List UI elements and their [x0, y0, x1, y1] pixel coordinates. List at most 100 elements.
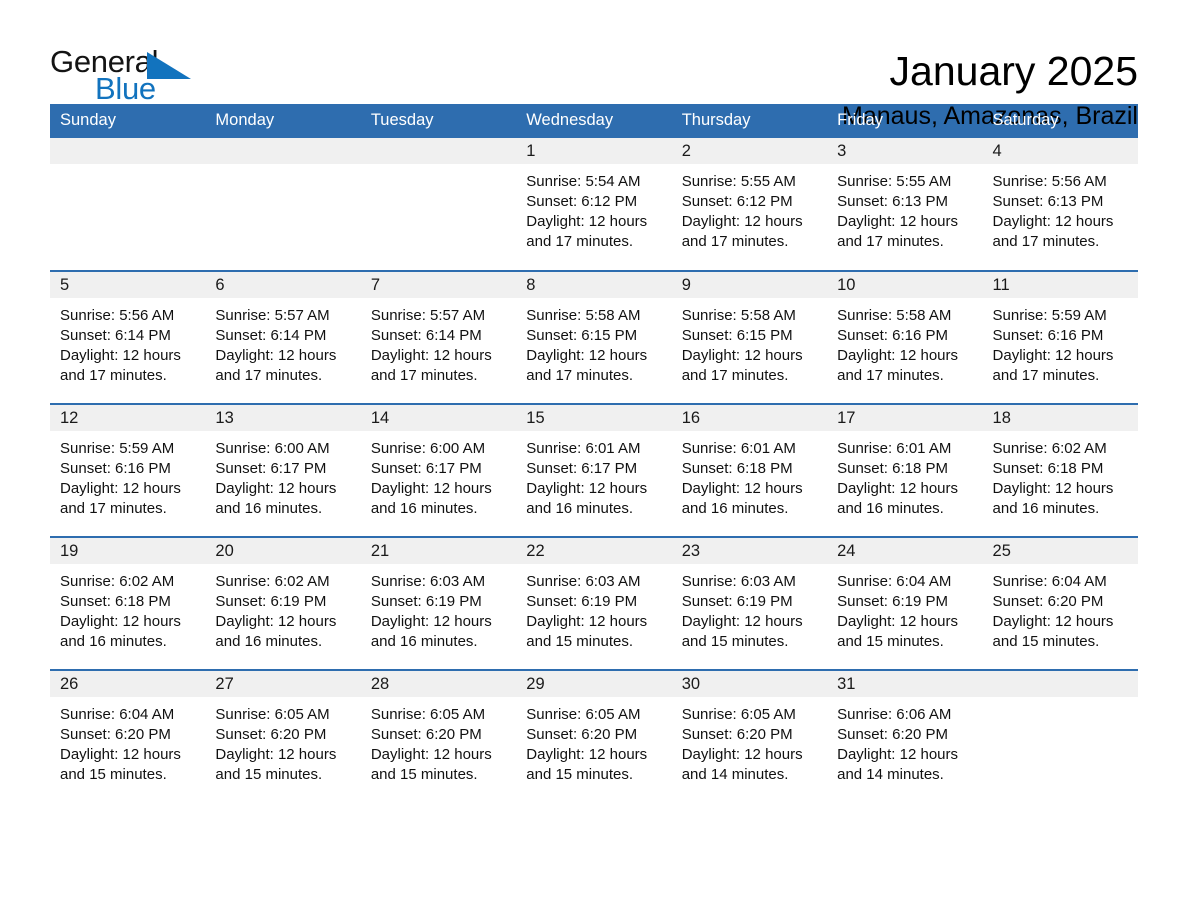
- daylight-text: Daylight: 12 hours and 17 minutes.: [681, 347, 803, 384]
- day-cell[interactable]: 7 Sunrise: 5:57 AM Sunset: 6:14 PM Dayli…: [360, 270, 517, 404]
- sunrise-text: Sunrise: 6:03 AM: [370, 573, 486, 590]
- sunset-text: Sunset: 6:20 PM: [370, 726, 482, 743]
- day-number: 18: [982, 405, 1138, 431]
- day-details: Sunrise: 5:57 AM Sunset: 6:14 PM Dayligh…: [205, 298, 360, 386]
- day-cell[interactable]: 1 Sunrise: 5:54 AM Sunset: 6:12 PM Dayli…: [516, 138, 672, 271]
- day-details: Sunrise: 6:02 AM Sunset: 6:18 PM Dayligh…: [50, 564, 205, 652]
- day-cell[interactable]: 2 Sunrise: 5:55 AM Sunset: 6:12 PM Dayli…: [671, 138, 828, 271]
- day-cell[interactable]: 3 Sunrise: 5:55 AM Sunset: 6:13 PM Dayli…: [827, 138, 983, 271]
- day-cell[interactable]: 12 Sunrise: 5:59 AM Sunset: 6:16 PM Dayl…: [50, 403, 206, 537]
- day-number: 24: [827, 538, 983, 564]
- sunrise-text: Sunrise: 5:56 AM: [60, 307, 175, 324]
- day-cell[interactable]: 27 Sunrise: 6:05 AM Sunset: 6:20 PM Dayl…: [205, 669, 361, 803]
- day-number: [205, 138, 361, 164]
- sunset-text: Sunset: 6:16 PM: [992, 327, 1104, 344]
- day-number: 2: [671, 138, 828, 164]
- day-cell[interactable]: 30 Sunrise: 6:05 AM Sunset: 6:20 PM Dayl…: [671, 669, 828, 803]
- day-cell[interactable]: 28 Sunrise: 6:05 AM Sunset: 6:20 PM Dayl…: [360, 669, 517, 803]
- day-cell[interactable]: 31 Sunrise: 6:06 AM Sunset: 6:20 PM Dayl…: [827, 669, 983, 803]
- day-cell[interactable]: [982, 669, 1138, 803]
- title-block: January 2025 Manaus, Amazonas, Brazil: [842, 46, 1138, 132]
- day-cell[interactable]: 17 Sunrise: 6:01 AM Sunset: 6:18 PM Dayl…: [827, 403, 983, 537]
- day-cell[interactable]: 25 Sunrise: 6:04 AM Sunset: 6:20 PM Dayl…: [982, 536, 1138, 670]
- day-cell[interactable]: 11 Sunrise: 5:59 AM Sunset: 6:16 PM Dayl…: [982, 270, 1138, 404]
- day-number: 28: [360, 671, 517, 697]
- day-cell[interactable]: 22 Sunrise: 6:03 AM Sunset: 6:19 PM Dayl…: [516, 536, 672, 670]
- day-cell[interactable]: 4 Sunrise: 5:56 AM Sunset: 6:13 PM Dayli…: [982, 138, 1138, 271]
- day-cell[interactable]: [360, 138, 517, 271]
- day-cell[interactable]: 19 Sunrise: 6:02 AM Sunset: 6:18 PM Dayl…: [50, 536, 206, 670]
- day-cell[interactable]: 9 Sunrise: 5:58 AM Sunset: 6:15 PM Dayli…: [671, 270, 828, 404]
- day-number: [982, 671, 1138, 697]
- sunset-text: Sunset: 6:19 PM: [837, 593, 949, 610]
- sunrise-text: Sunrise: 5:57 AM: [370, 307, 486, 324]
- sunset-text: Sunset: 6:17 PM: [370, 460, 482, 477]
- day-number: 11: [982, 272, 1138, 298]
- day-cell[interactable]: 23 Sunrise: 6:03 AM Sunset: 6:19 PM Dayl…: [671, 536, 828, 670]
- sunset-text: Sunset: 6:19 PM: [526, 593, 638, 610]
- daylight-text: Daylight: 12 hours and 15 minutes.: [60, 746, 181, 783]
- sunrise-text: Sunrise: 6:05 AM: [526, 706, 641, 723]
- day-cell[interactable]: [50, 138, 206, 271]
- sunset-text: Sunset: 6:18 PM: [60, 593, 171, 610]
- sunset-text: Sunset: 6:20 PM: [992, 593, 1104, 610]
- day-cell[interactable]: 29 Sunrise: 6:05 AM Sunset: 6:20 PM Dayl…: [516, 669, 672, 803]
- daylight-text: Daylight: 12 hours and 15 minutes.: [681, 613, 803, 650]
- sunrise-text: Sunrise: 6:05 AM: [370, 706, 486, 723]
- sunrise-text: Sunrise: 5:55 AM: [837, 173, 952, 190]
- sunset-text: Sunset: 6:16 PM: [60, 460, 171, 477]
- daylight-text: Daylight: 12 hours and 16 minutes.: [992, 480, 1114, 517]
- day-cell[interactable]: [205, 138, 361, 271]
- day-cell[interactable]: 5 Sunrise: 5:56 AM Sunset: 6:14 PM Dayli…: [50, 270, 206, 404]
- day-details: Sunrise: 6:05 AM Sunset: 6:20 PM Dayligh…: [516, 697, 671, 785]
- day-number: 20: [205, 538, 361, 564]
- day-details: Sunrise: 6:03 AM Sunset: 6:19 PM Dayligh…: [672, 564, 827, 652]
- day-details: Sunrise: 5:59 AM Sunset: 6:16 PM Dayligh…: [983, 298, 1138, 386]
- daylight-text: Daylight: 12 hours and 16 minutes.: [215, 613, 337, 650]
- sunrise-text: Sunrise: 6:02 AM: [60, 573, 175, 590]
- day-cell[interactable]: 8 Sunrise: 5:58 AM Sunset: 6:15 PM Dayli…: [516, 270, 672, 404]
- sunrise-text: Sunrise: 5:59 AM: [992, 307, 1107, 324]
- day-cell[interactable]: 6 Sunrise: 5:57 AM Sunset: 6:14 PM Dayli…: [205, 270, 361, 404]
- day-cell[interactable]: 15 Sunrise: 6:01 AM Sunset: 6:17 PM Dayl…: [516, 403, 672, 537]
- day-cell[interactable]: 10 Sunrise: 5:58 AM Sunset: 6:16 PM Dayl…: [827, 270, 983, 404]
- day-details: Sunrise: 5:55 AM Sunset: 6:12 PM Dayligh…: [672, 164, 827, 252]
- day-details: Sunrise: 6:06 AM Sunset: 6:20 PM Dayligh…: [827, 697, 982, 785]
- day-number: 6: [205, 272, 361, 298]
- sunrise-text: Sunrise: 5:54 AM: [526, 173, 641, 190]
- daylight-text: Daylight: 12 hours and 15 minutes.: [992, 613, 1114, 650]
- sunrise-text: Sunrise: 6:04 AM: [992, 573, 1107, 590]
- day-number: 22: [516, 538, 672, 564]
- daylight-text: Daylight: 12 hours and 17 minutes.: [526, 213, 648, 250]
- day-number: 25: [982, 538, 1138, 564]
- day-details: Sunrise: 6:05 AM Sunset: 6:20 PM Dayligh…: [361, 697, 516, 785]
- day-details: Sunrise: 5:55 AM Sunset: 6:13 PM Dayligh…: [827, 164, 982, 252]
- calendar-body: 1 Sunrise: 5:54 AM Sunset: 6:12 PM Dayli…: [50, 138, 1138, 803]
- day-details: Sunrise: 6:01 AM Sunset: 6:17 PM Dayligh…: [516, 431, 671, 519]
- day-cell[interactable]: 24 Sunrise: 6:04 AM Sunset: 6:19 PM Dayl…: [827, 536, 983, 670]
- daylight-text: Daylight: 12 hours and 15 minutes.: [370, 746, 492, 783]
- daylight-text: Daylight: 12 hours and 16 minutes.: [215, 480, 337, 517]
- day-cell[interactable]: 16 Sunrise: 6:01 AM Sunset: 6:18 PM Dayl…: [671, 403, 828, 537]
- day-number: 9: [671, 272, 828, 298]
- day-cell[interactable]: 21 Sunrise: 6:03 AM Sunset: 6:19 PM Dayl…: [360, 536, 517, 670]
- day-details: Sunrise: 6:00 AM Sunset: 6:17 PM Dayligh…: [205, 431, 360, 519]
- dow-header-tuesday: Tuesday: [360, 104, 517, 138]
- logo-word-blue: Blue: [95, 71, 156, 106]
- sunset-text: Sunset: 6:18 PM: [992, 460, 1104, 477]
- day-cell[interactable]: 20 Sunrise: 6:02 AM Sunset: 6:19 PM Dayl…: [205, 536, 361, 670]
- day-details: Sunrise: 5:56 AM Sunset: 6:13 PM Dayligh…: [983, 164, 1138, 252]
- day-details: Sunrise: 5:58 AM Sunset: 6:16 PM Dayligh…: [827, 298, 982, 386]
- sunrise-text: Sunrise: 6:04 AM: [837, 573, 952, 590]
- sunrise-text: Sunrise: 6:02 AM: [992, 440, 1107, 457]
- day-cell[interactable]: 13 Sunrise: 6:00 AM Sunset: 6:17 PM Dayl…: [205, 403, 361, 537]
- daylight-text: Daylight: 12 hours and 17 minutes.: [215, 347, 337, 384]
- day-cell[interactable]: 18 Sunrise: 6:02 AM Sunset: 6:18 PM Dayl…: [982, 403, 1138, 537]
- sunset-text: Sunset: 6:18 PM: [837, 460, 949, 477]
- sunset-text: Sunset: 6:20 PM: [60, 726, 171, 743]
- day-cell[interactable]: 26 Sunrise: 6:04 AM Sunset: 6:20 PM Dayl…: [50, 669, 206, 803]
- week-row: 19 Sunrise: 6:02 AM Sunset: 6:18 PM Dayl…: [50, 536, 1138, 670]
- sunrise-text: Sunrise: 5:58 AM: [526, 307, 641, 324]
- general-blue-logo[interactable]: General Blue: [50, 46, 250, 112]
- day-cell[interactable]: 14 Sunrise: 6:00 AM Sunset: 6:17 PM Dayl…: [360, 403, 517, 537]
